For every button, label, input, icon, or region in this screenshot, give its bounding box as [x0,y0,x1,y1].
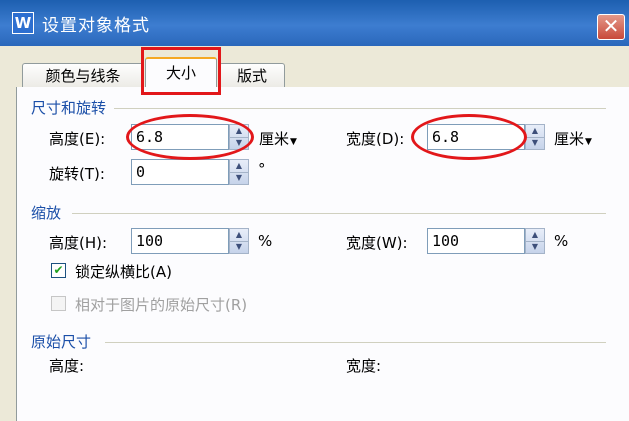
section-size-rotate-heading: 尺寸和旋转 [31,99,107,117]
rotate-input[interactable]: 0 [131,159,229,185]
tab-color-line[interactable]: 颜色与线条 [22,63,144,87]
scale-height-label: 高度(H): [49,234,108,252]
height-label: 高度(E): [49,130,106,148]
unit-label: 厘米 [554,130,585,148]
height-input[interactable]: 6.8 [131,124,229,150]
section-divider [72,213,606,214]
scale-width-input[interactable]: 100 [427,228,525,254]
width-unit-dropdown[interactable]: 厘米▼ [554,128,592,149]
scale-width-spinner[interactable]: ▲ ▼ [525,228,545,254]
spin-down-icon[interactable]: ▼ [230,172,248,184]
height-spinner[interactable]: ▲ ▼ [229,124,249,150]
wps-app-icon: W [12,12,34,34]
relative-original-checkbox[interactable] [51,296,66,311]
unit-label: 厘米 [259,130,290,148]
spin-down-icon[interactable]: ▼ [230,137,248,149]
close-button[interactable]: ✕ [597,14,625,40]
window-title: 设置对象格式 [42,16,150,36]
scale-width-unit: % [554,232,569,250]
height-unit-dropdown[interactable]: 厘米▼ [259,128,297,149]
section-divider [114,108,606,109]
caret-down-icon: ▼ [585,137,592,147]
section-original-heading: 原始尺寸 [31,333,92,351]
width-label: 宽度(D): [346,130,405,148]
rotate-unit: ° [258,160,266,178]
tab-highlight-box [141,47,221,95]
scale-width-label: 宽度(W): [346,234,408,252]
scale-height-spinner[interactable]: ▲ ▼ [229,228,249,254]
lock-ratio-label[interactable]: 锁定纵横比(A) [75,261,172,282]
original-height-label: 高度: [49,357,85,375]
spin-down-icon[interactable]: ▼ [526,241,544,253]
rotate-spinner[interactable]: ▲ ▼ [229,159,249,185]
scale-height-input[interactable]: 100 [131,228,229,254]
relative-original-label[interactable]: 相对于图片的原始尺寸(R) [75,294,247,315]
caret-down-icon: ▼ [290,137,297,147]
rotate-label: 旋转(T): [49,165,105,183]
lock-ratio-checkbox[interactable]: ✔ [51,263,66,278]
section-divider [105,342,606,343]
tab-layout[interactable]: 版式 [219,63,285,87]
width-input[interactable]: 6.8 [427,124,525,150]
section-scale-heading: 缩放 [31,204,62,222]
original-width-label: 宽度: [346,357,382,375]
spin-down-icon[interactable]: ▼ [526,137,544,149]
spin-down-icon[interactable]: ▼ [230,241,248,253]
scale-height-unit: % [258,232,273,250]
checkmark-icon: ✔ [53,263,64,277]
width-spinner[interactable]: ▲ ▼ [525,124,545,150]
